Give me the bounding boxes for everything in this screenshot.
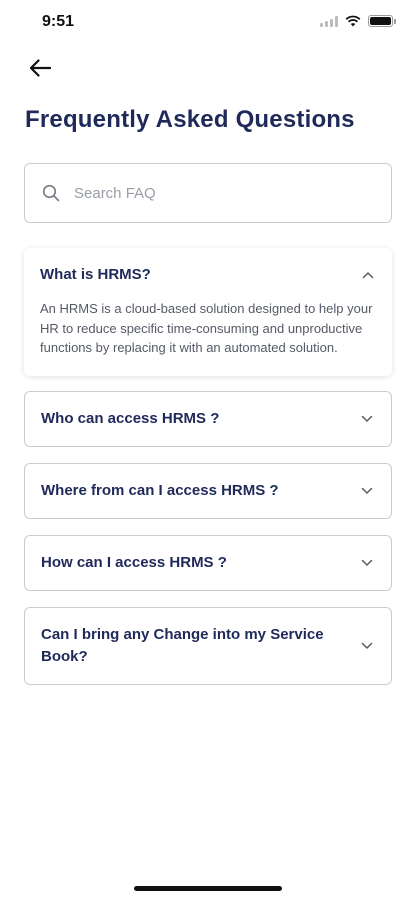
chevron-down-icon (361, 415, 373, 422)
faq-item: Who can access HRMS ? (24, 390, 392, 447)
faq-question-header[interactable]: Where from can I access HRMS ? (25, 464, 391, 518)
battery-icon (368, 15, 396, 27)
status-time: 9:51 (42, 13, 75, 30)
chevron-down-icon (361, 559, 373, 566)
status-icons (320, 15, 396, 27)
chevron-down-icon (361, 487, 373, 494)
faq-item: How can I access HRMS ? (24, 534, 392, 591)
faq-question-header[interactable]: What is HRMS? (24, 248, 392, 302)
faq-question-header[interactable]: Who can access HRMS ? (25, 392, 391, 446)
home-indicator[interactable] (134, 886, 282, 891)
faq-question: Where from can I access HRMS ? (41, 481, 279, 499)
faq-question: Can I bring any Change into my Service B… (41, 625, 324, 665)
faq-item: Can I bring any Change into my Service B… (24, 606, 392, 685)
signal-icon (320, 15, 338, 27)
faq-question-header[interactable]: Can I bring any Change into my Service B… (25, 608, 391, 684)
search-input[interactable] (74, 184, 354, 202)
arrow-left-icon (29, 59, 51, 77)
wifi-icon (345, 15, 361, 27)
faq-list: What is HRMS? An HRMS is a cloud-based s… (24, 248, 392, 701)
page-title: Frequently Asked Questions (25, 106, 355, 133)
chevron-down-icon (361, 642, 373, 649)
faq-question: Who can access HRMS ? (41, 409, 220, 427)
faq-question: How can I access HRMS ? (41, 553, 227, 571)
search-field[interactable] (24, 163, 392, 223)
faq-question: What is HRMS? (40, 266, 151, 283)
faq-item: What is HRMS? An HRMS is a cloud-based s… (24, 248, 392, 376)
back-button[interactable] (24, 52, 56, 84)
faq-question-header[interactable]: How can I access HRMS ? (25, 536, 391, 590)
status-bar: 9:51 (0, 0, 415, 44)
chevron-up-icon (362, 272, 374, 279)
faq-answer: An HRMS is a cloud-based solution design… (40, 301, 373, 355)
search-icon (42, 184, 60, 202)
faq-item: Where from can I access HRMS ? (24, 462, 392, 519)
